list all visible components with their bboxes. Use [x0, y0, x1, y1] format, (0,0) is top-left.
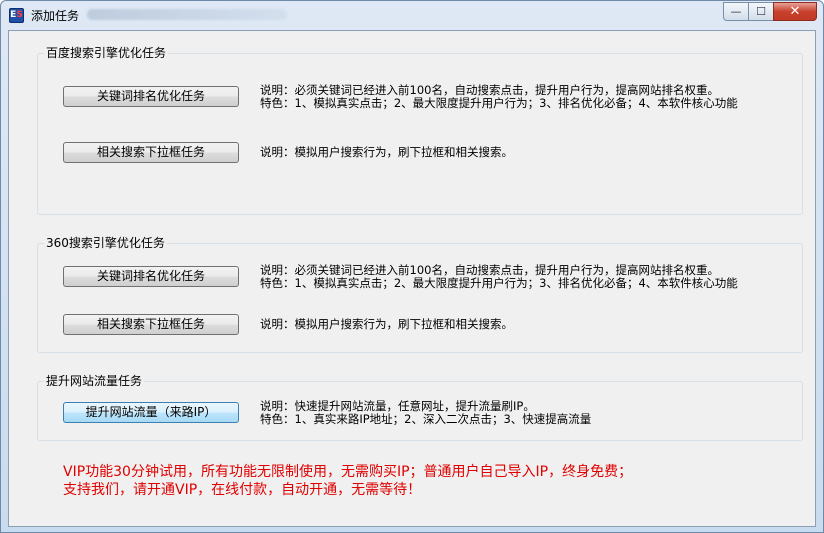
group-traffic: 提升网站流量任务 提升网站流量（来路IP） 说明：快速提升网站流量，任意网址，提… — [37, 374, 803, 441]
group-title-baidu: 百度搜索引擎优化任务 — [44, 46, 169, 60]
minimize-button[interactable]: — — [723, 2, 749, 21]
group-title-traffic: 提升网站流量任务 — [44, 374, 145, 388]
blurred-title-region — [87, 9, 287, 20]
360-related-search-desc: 说明：模拟用户搜索行为，刷下拉框和相关搜索。 — [260, 317, 513, 331]
boost-traffic-button[interactable]: 提升网站流量（来路IP） — [63, 402, 239, 423]
group-baidu: 百度搜索引擎优化任务 关键词排名优化任务 说明：必须关键词已经进入前100名，自… — [37, 46, 803, 215]
window-title: 添加任务 — [31, 9, 80, 23]
baidu-related-search-desc: 说明：模拟用户搜索行为，刷下拉框和相关搜索。 — [260, 145, 513, 159]
360-keyword-ranking-button[interactable]: 关键词排名优化任务 — [63, 266, 239, 287]
vip-promo-line-2: 支持我们，请开通VIP，在线付款，自动开通，无需等待！ — [63, 482, 422, 498]
360-related-search-button[interactable]: 相关搜索下拉框任务 — [63, 314, 239, 335]
title-bar[interactable]: ES 添加任务 — ☐ ✕ — [1, 1, 823, 29]
app-logo-icon: ES — [9, 8, 24, 23]
add-task-window: ES 添加任务 — ☐ ✕ 百度搜索引擎优化任务 关键词排名优化任务 说明：必须… — [0, 0, 824, 533]
close-icon: ✕ — [789, 4, 801, 19]
boost-traffic-features: 特色：1、真实来路IP地址；2、深入二次点击；3、快速提高流量 — [260, 412, 592, 426]
maximize-button[interactable]: ☐ — [748, 2, 774, 21]
vip-promo-line-1: VIP功能30分钟试用，所有功能无限制使用，无需购买IP；普通用户自己导入IP，… — [63, 464, 633, 480]
client-area: 百度搜索引擎优化任务 关键词排名优化任务 说明：必须关键词已经进入前100名，自… — [8, 30, 816, 527]
baidu-keyword-ranking-button[interactable]: 关键词排名优化任务 — [63, 86, 239, 107]
close-button[interactable]: ✕ — [773, 2, 817, 21]
maximize-icon: ☐ — [756, 5, 766, 18]
group-360: 360搜索引擎优化任务 关键词排名优化任务 说明：必须关键词已经进入前100名，… — [37, 236, 803, 353]
group-title-360: 360搜索引擎优化任务 — [44, 236, 167, 250]
baidu-keyword-ranking-features: 特色：1、模拟真实点击；2、最大限度提升用户行为；3、排名优化必备；4、本软件核… — [260, 96, 738, 110]
360-keyword-ranking-features: 特色：1、模拟真实点击；2、最大限度提升用户行为；3、排名优化必备；4、本软件核… — [260, 276, 738, 290]
caption-buttons: — ☐ ✕ — [723, 2, 817, 21]
baidu-related-search-button[interactable]: 相关搜索下拉框任务 — [63, 142, 239, 163]
minimize-icon: — — [730, 5, 742, 18]
